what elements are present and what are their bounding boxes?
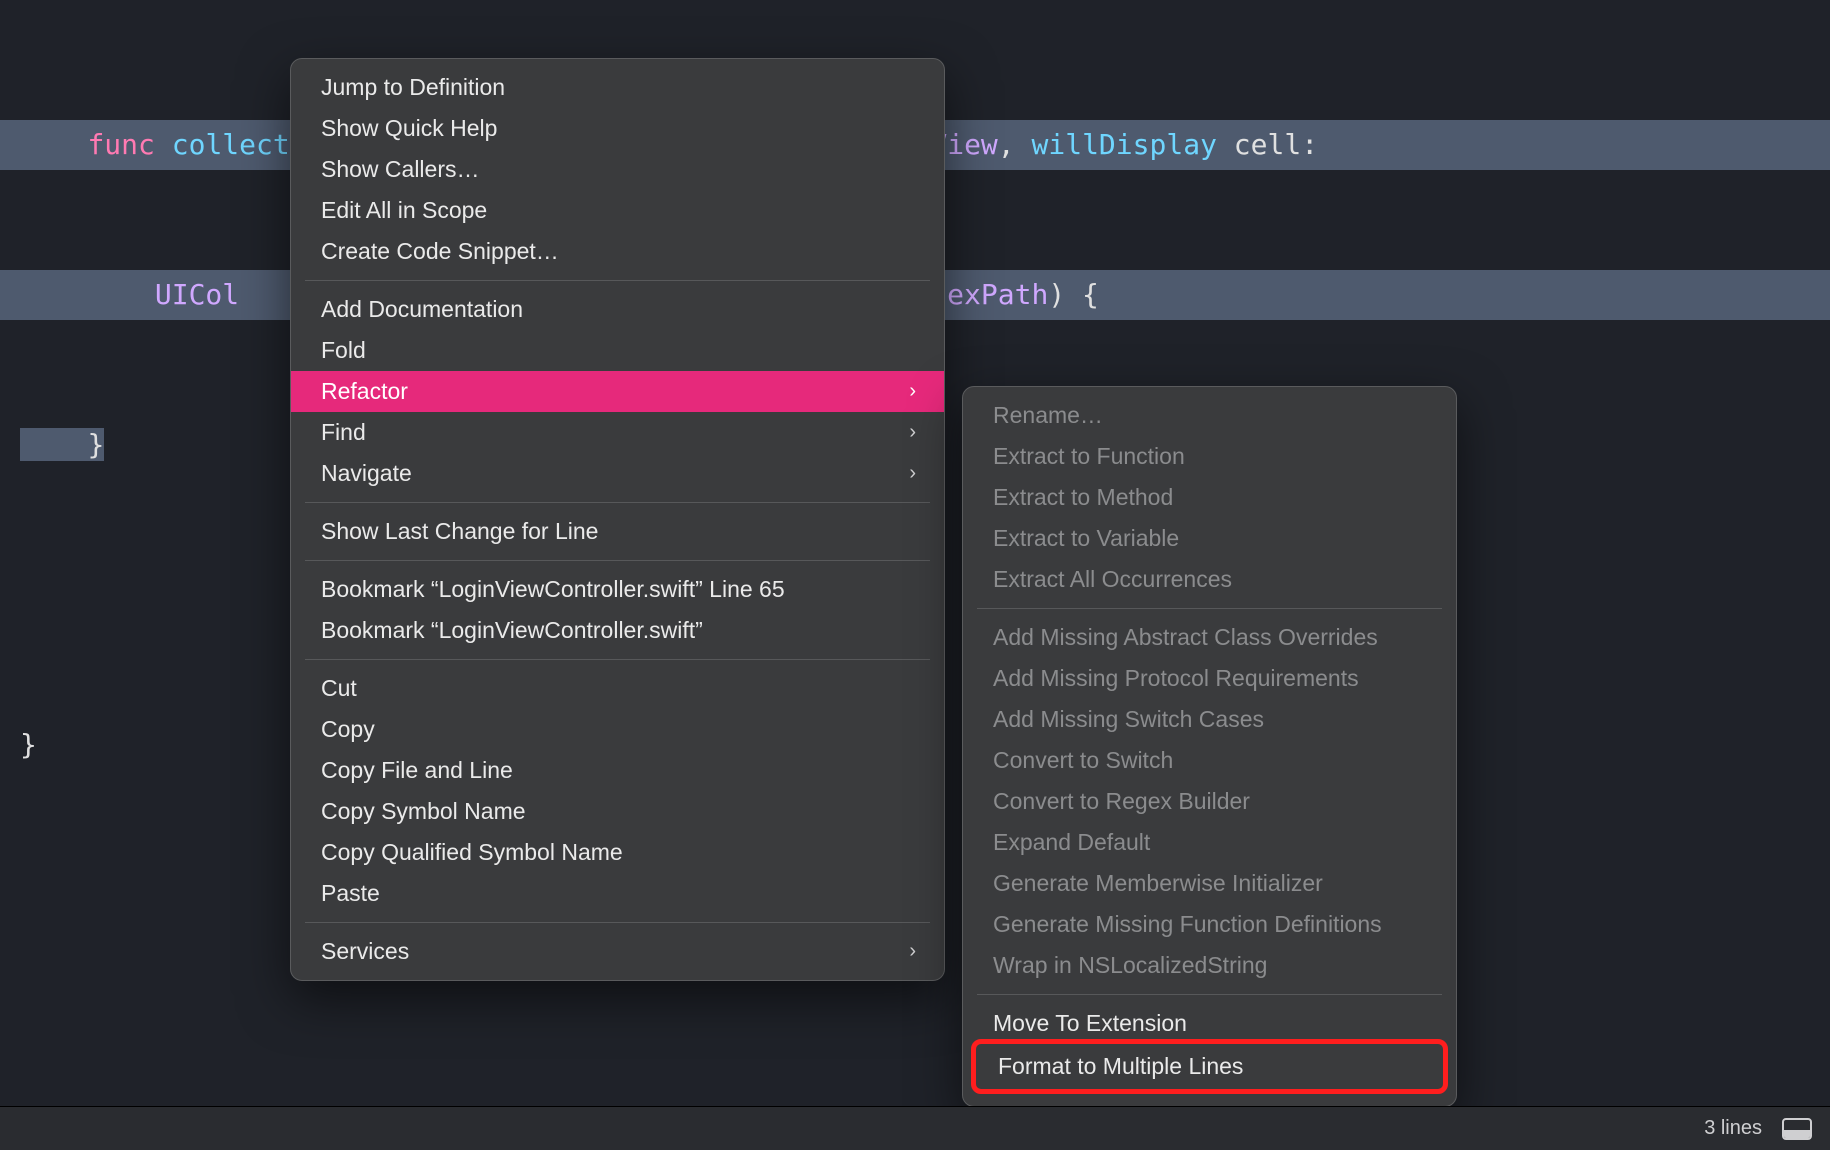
submenu-item: Expand Default	[963, 822, 1456, 863]
submenu-item-label: Format to Multiple Lines	[998, 1053, 1243, 1080]
submenu-item: Extract to Variable	[963, 518, 1456, 559]
menu-item[interactable]: Copy	[291, 709, 944, 750]
submenu-item-label: Add Missing Protocol Requirements	[993, 665, 1359, 692]
submenu-item: Generate Memberwise Initializer	[963, 863, 1456, 904]
chevron-right-icon: ›	[909, 421, 916, 444]
menu-separator	[977, 608, 1442, 609]
chevron-right-icon: ›	[909, 462, 916, 485]
menu-item-label: Bookmark “LoginViewController.swift” Lin…	[321, 576, 785, 603]
menu-item-label: Edit All in Scope	[321, 197, 487, 224]
menu-separator	[305, 280, 930, 281]
menu-item-label: Show Callers…	[321, 156, 480, 183]
menu-item-label: Show Last Change for Line	[321, 518, 598, 545]
menu-separator	[305, 922, 930, 923]
menu-item[interactable]: Edit All in Scope	[291, 190, 944, 231]
menu-item[interactable]: Add Documentation	[291, 289, 944, 330]
line-count-label: 3 lines	[1704, 1117, 1762, 1140]
menu-item-label: Show Quick Help	[321, 115, 497, 142]
submenu-item[interactable]: Move To Extension	[963, 1003, 1456, 1044]
submenu-item-label: Extract to Variable	[993, 525, 1179, 552]
menu-item[interactable]: Show Callers…	[291, 149, 944, 190]
menu-item-label: Services	[321, 938, 409, 965]
submenu-item-label: Generate Memberwise Initializer	[993, 870, 1323, 897]
context-menu[interactable]: Jump to Definition Show Quick Help Show Ca…	[290, 58, 945, 981]
menu-item[interactable]: Navigate ›	[291, 453, 944, 494]
chevron-right-icon: ›	[909, 940, 916, 963]
submenu-item-label: Wrap in NSLocalizedString	[993, 952, 1267, 979]
submenu-item: Extract to Function	[963, 436, 1456, 477]
menu-item-label: Copy Symbol Name	[321, 798, 526, 825]
submenu-item: Convert to Regex Builder	[963, 781, 1456, 822]
menu-item-label: Copy Qualified Symbol Name	[321, 839, 623, 866]
submenu-item: Rename…	[963, 395, 1456, 436]
menu-item[interactable]: Copy Symbol Name	[291, 791, 944, 832]
menu-item[interactable]: Create Code Snippet…	[291, 231, 944, 272]
menu-separator	[977, 994, 1442, 995]
submenu-item-label: Rename…	[993, 402, 1103, 429]
submenu-item-label: Generate Missing Function Definitions	[993, 911, 1382, 938]
menu-item-label: Cut	[321, 675, 357, 702]
submenu-item: Generate Missing Function Definitions	[963, 904, 1456, 945]
menu-item[interactable]: Bookmark “LoginViewController.swift” Lin…	[291, 569, 944, 610]
submenu-item: Extract All Occurrences	[963, 559, 1456, 600]
submenu-item-label: Extract All Occurrences	[993, 566, 1232, 593]
submenu-item-label: Expand Default	[993, 829, 1150, 856]
status-bar: 3 lines	[0, 1106, 1830, 1150]
menu-item[interactable]: Bookmark “LoginViewController.swift”	[291, 610, 944, 651]
menu-item-label: Create Code Snippet…	[321, 238, 559, 265]
submenu-item-label: Add Missing Switch Cases	[993, 706, 1264, 733]
menu-item-label: Copy File and Line	[321, 757, 513, 784]
highlighted-box: Format to Multiple Lines	[971, 1039, 1448, 1094]
chevron-right-icon: ›	[909, 380, 916, 403]
keyword-func: func	[87, 128, 154, 161]
submenu-item: Add Missing Abstract Class Overrides	[963, 617, 1456, 658]
submenu-item-label: Convert to Regex Builder	[993, 788, 1250, 815]
menu-item[interactable]: Cut	[291, 668, 944, 709]
menu-item[interactable]: Copy File and Line	[291, 750, 944, 791]
refactor-submenu[interactable]: Rename… Extract to Function Extract to Met…	[962, 386, 1457, 1107]
menu-item[interactable]: Paste	[291, 873, 944, 914]
submenu-item-label: Move To Extension	[993, 1010, 1187, 1037]
menu-item[interactable]: Show Quick Help	[291, 108, 944, 149]
menu-item-label: Paste	[321, 880, 380, 907]
submenu-item-label: Extract to Function	[993, 443, 1185, 470]
menu-item[interactable]: Refactor ›	[291, 371, 944, 412]
menu-item-label: Refactor	[321, 378, 408, 405]
submenu-item: Extract to Method	[963, 477, 1456, 518]
menu-item-label: Jump to Definition	[321, 74, 505, 101]
submenu-item-format-multiple-lines[interactable]: Format to Multiple Lines	[976, 1046, 1443, 1087]
menu-item[interactable]: Find ›	[291, 412, 944, 453]
submenu-item-label: Convert to Switch	[993, 747, 1173, 774]
menu-separator	[305, 560, 930, 561]
menu-item[interactable]: Show Last Change for Line	[291, 511, 944, 552]
menu-item[interactable]: Jump to Definition	[291, 67, 944, 108]
menu-item-label: Find	[321, 419, 366, 446]
menu-separator	[305, 659, 930, 660]
menu-item-label: Add Documentation	[321, 296, 523, 323]
menu-separator	[305, 502, 930, 503]
menu-item-label: Bookmark “LoginViewController.swift”	[321, 617, 703, 644]
submenu-item: Convert to Switch	[963, 740, 1456, 781]
menu-item-label: Fold	[321, 337, 366, 364]
menu-item[interactable]: Services ›	[291, 931, 944, 972]
submenu-item: Add Missing Switch Cases	[963, 699, 1456, 740]
submenu-item: Add Missing Protocol Requirements	[963, 658, 1456, 699]
submenu-item-label: Add Missing Abstract Class Overrides	[993, 624, 1378, 651]
menu-item-label: Copy	[321, 716, 375, 743]
submenu-item: Wrap in NSLocalizedString	[963, 945, 1456, 986]
menu-item-label: Navigate	[321, 460, 412, 487]
panel-toggle-icon[interactable]	[1782, 1118, 1812, 1140]
submenu-item-label: Extract to Method	[993, 484, 1173, 511]
menu-item[interactable]: Fold	[291, 330, 944, 371]
menu-item[interactable]: Copy Qualified Symbol Name	[291, 832, 944, 873]
